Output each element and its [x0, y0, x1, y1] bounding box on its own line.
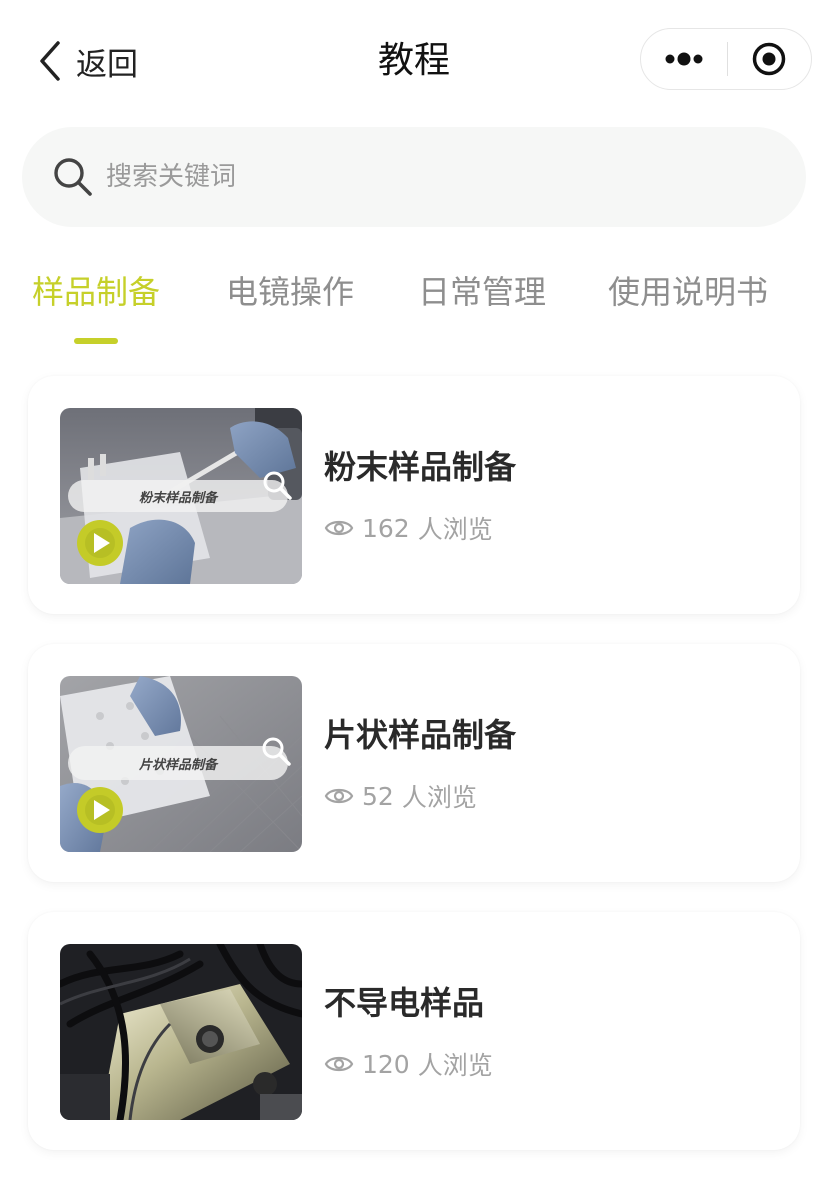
- active-tab-indicator: [74, 338, 118, 344]
- video-thumbnail[interactable]: 粉末样品制备: [60, 408, 302, 584]
- video-thumbnail[interactable]: 片状样品制备: [60, 676, 302, 852]
- play-icon: [77, 520, 123, 566]
- view-count-suffix: 人浏览: [401, 783, 477, 812]
- tutorial-card[interactable]: 粉末样品制备 粉末样品制备 162 人浏览: [28, 376, 800, 614]
- view-count-suffix: 人浏览: [417, 515, 493, 544]
- tutorial-card[interactable]: 片状样品制备 片状样品制备 52 人浏览: [28, 644, 800, 882]
- thumbnail-caption: 粉末样品制备: [139, 490, 219, 506]
- tab-sample-prep[interactable]: 样品制备: [32, 262, 160, 322]
- view-count-suffix: 人浏览: [417, 1051, 493, 1080]
- eye-icon: [324, 520, 354, 536]
- search-icon: [54, 158, 92, 196]
- view-count: 162 人浏览: [324, 510, 493, 546]
- tutorial-title: 片状样品制备: [324, 716, 517, 754]
- search-bar[interactable]: [22, 127, 806, 227]
- eye-icon: [324, 788, 354, 804]
- more-dots-icon: [665, 52, 703, 66]
- tutorial-title: 不导电样品: [324, 984, 485, 1022]
- view-count: 120 人浏览: [324, 1046, 493, 1082]
- view-count-number: 120: [362, 1049, 410, 1079]
- mini-program-capsule: [640, 28, 812, 90]
- play-icon: [77, 787, 123, 833]
- tutorial-title: 粉末样品制备: [324, 448, 517, 486]
- view-count-number: 52: [362, 781, 394, 811]
- nav-bar: 返回 教程: [0, 0, 828, 120]
- more-button[interactable]: [641, 28, 727, 90]
- view-count-number: 162: [362, 513, 410, 543]
- search-input[interactable]: [104, 161, 708, 193]
- close-button[interactable]: [728, 28, 812, 90]
- tab-microscope-operation[interactable]: 电镜操作: [226, 262, 354, 322]
- target-close-icon: [753, 42, 786, 76]
- thumbnail-caption: 片状样品制备: [139, 757, 219, 773]
- view-count: 52 人浏览: [324, 778, 477, 814]
- category-tabs: 样品制备 电镜操作 日常管理 使用说明书: [0, 262, 828, 348]
- tutorial-card[interactable]: 不导电样品 120 人浏览: [28, 912, 800, 1150]
- tab-daily-management[interactable]: 日常管理: [418, 262, 546, 322]
- eye-icon: [324, 1056, 354, 1072]
- tab-user-manual[interactable]: 使用说明书: [608, 262, 768, 322]
- video-thumbnail[interactable]: [60, 944, 302, 1120]
